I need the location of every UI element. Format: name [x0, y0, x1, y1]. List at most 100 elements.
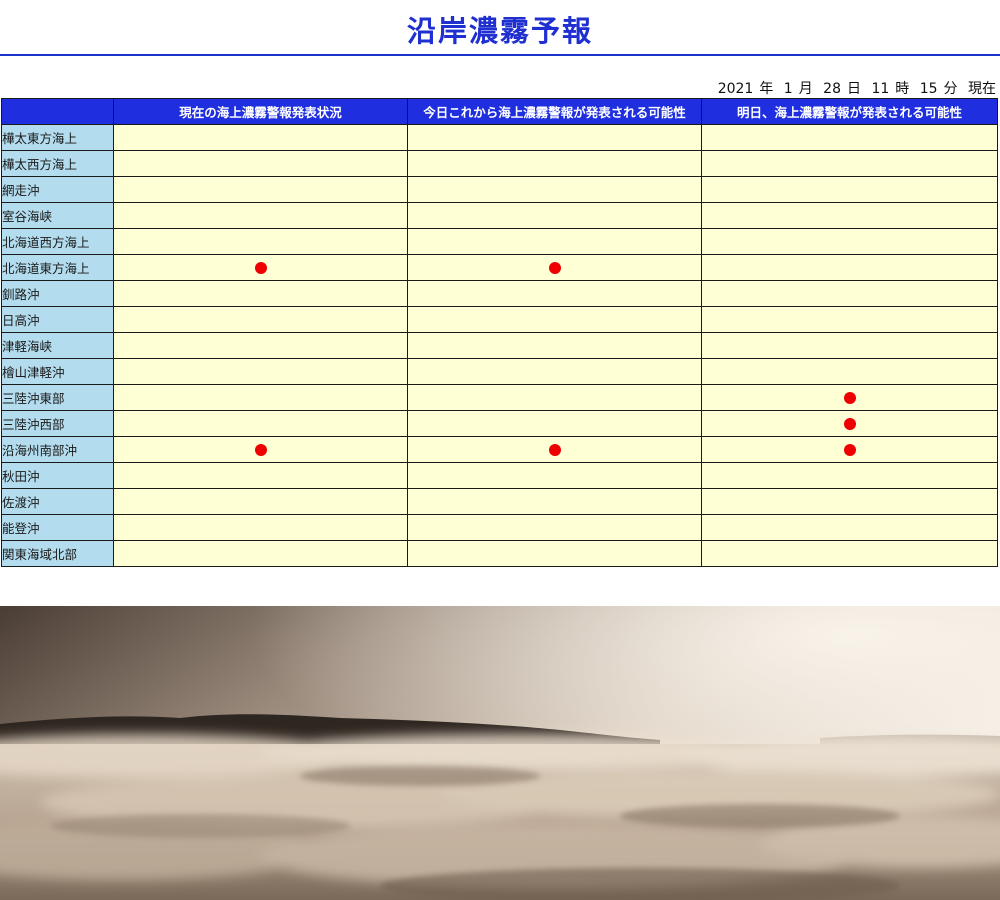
status-cell	[701, 462, 998, 489]
status-cell	[407, 514, 702, 541]
status-cell	[407, 306, 702, 333]
status-cell	[113, 384, 408, 411]
status-cell	[113, 358, 408, 385]
area-name: 秋田沖	[1, 462, 114, 489]
status-cell	[113, 176, 408, 203]
status-cell	[701, 436, 998, 463]
page-title: 沿岸濃霧予報	[0, 0, 1000, 56]
timestamp-minute: 15	[919, 81, 938, 97]
status-cell	[407, 124, 702, 151]
status-cell	[113, 540, 408, 567]
table-row: 秋田沖	[1, 462, 998, 489]
timestamp-suffix: 現在	[968, 81, 996, 97]
status-cell	[407, 410, 702, 437]
area-name: 樺太東方海上	[1, 124, 114, 151]
table-row: 津軽海峡	[1, 332, 998, 359]
area-name: 津軽海峡	[1, 332, 114, 359]
warning-dot-icon	[254, 444, 267, 456]
status-cell	[407, 228, 702, 255]
status-cell	[407, 150, 702, 177]
area-name: 檜山津軽沖	[1, 358, 114, 385]
warning-dot-icon	[548, 444, 561, 456]
status-cell	[113, 280, 408, 307]
warning-dot-icon	[843, 444, 856, 456]
timestamp-month: 1	[783, 81, 793, 97]
status-cell	[113, 202, 408, 229]
status-cell	[701, 202, 998, 229]
status-cell	[701, 228, 998, 255]
header-tomorrow-possibility: 明日、海上濃霧警報が発表される可能性	[701, 98, 998, 125]
table-row: 沿海州南部沖	[1, 436, 998, 463]
area-name: 釧路沖	[1, 280, 114, 307]
status-cell	[701, 306, 998, 333]
fog-sea-photo	[0, 606, 1000, 900]
table-row: 三陸沖東部	[1, 384, 998, 411]
status-cell	[407, 462, 702, 489]
status-cell	[113, 488, 408, 515]
status-cell	[701, 514, 998, 541]
status-cell	[407, 358, 702, 385]
status-cell	[407, 488, 702, 515]
timestamp-hour: 11	[871, 81, 890, 97]
area-name: 沿海州南部沖	[1, 436, 114, 463]
status-cell	[113, 228, 408, 255]
status-cell	[407, 202, 702, 229]
table-row: 室谷海峡	[1, 202, 998, 229]
area-name: 関東海域北部	[1, 540, 114, 567]
area-name: 北海道東方海上	[1, 254, 114, 281]
table-header-row: 現在の海上濃霧警報発表状況 今日これから海上濃霧警報が発表される可能性 明日、海…	[1, 98, 998, 125]
timestamp: 2021 年 1月 28 日 11 時 15 分 現在	[718, 80, 996, 98]
status-cell	[407, 280, 702, 307]
table-row: 日高沖	[1, 306, 998, 333]
status-cell	[701, 254, 998, 281]
area-name: 北海道西方海上	[1, 228, 114, 255]
status-cell	[407, 384, 702, 411]
status-cell	[701, 410, 998, 437]
status-cell	[113, 150, 408, 177]
status-cell	[701, 358, 998, 385]
table-row: 樺太西方海上	[1, 150, 998, 177]
area-name: 佐渡沖	[1, 488, 114, 515]
area-name: 網走沖	[1, 176, 114, 203]
header-today-possibility: 今日これから海上濃霧警報が発表される可能性	[407, 98, 702, 125]
table-row: 佐渡沖	[1, 488, 998, 515]
timestamp-day-unit: 日	[846, 81, 861, 97]
table-row: 釧路沖	[1, 280, 998, 307]
status-cell	[407, 540, 702, 567]
timestamp-month-unit: 月	[798, 81, 813, 97]
table-row: 北海道西方海上	[1, 228, 998, 255]
status-cell	[407, 176, 702, 203]
fog-forecast-table: 現在の海上濃霧警報発表状況 今日これから海上濃霧警報が発表される可能性 明日、海…	[1, 98, 998, 567]
table-row: 網走沖	[1, 176, 998, 203]
status-cell	[701, 124, 998, 151]
fog-photo-image	[0, 606, 1000, 900]
status-cell	[113, 436, 408, 463]
warning-dot-icon	[254, 262, 267, 274]
status-cell	[701, 280, 998, 307]
status-cell	[113, 306, 408, 333]
area-name: 日高沖	[1, 306, 114, 333]
timestamp-hour-unit: 時	[895, 81, 910, 97]
status-cell	[113, 124, 408, 151]
warning-dot-icon	[843, 418, 856, 430]
area-name: 室谷海峡	[1, 202, 114, 229]
status-cell	[701, 176, 998, 203]
timestamp-day: 28	[823, 81, 841, 97]
area-name: 三陸沖西部	[1, 410, 114, 437]
table-row: 能登沖	[1, 514, 998, 541]
status-cell	[113, 514, 408, 541]
warning-dot-icon	[843, 392, 856, 404]
table-row: 関東海域北部	[1, 540, 998, 567]
timestamp-year-unit: 年	[759, 81, 774, 97]
table-body: 樺太東方海上 樺太西方海上 網走沖 室谷海峡 北海道西方海上 北海道東方海上 釧路沖 日高沖津…	[1, 124, 998, 567]
area-name: 能登沖	[1, 514, 114, 541]
status-cell	[701, 384, 998, 411]
status-cell	[113, 332, 408, 359]
status-cell	[407, 332, 702, 359]
status-cell	[701, 150, 998, 177]
table-row: 檜山津軽沖	[1, 358, 998, 385]
status-cell	[113, 254, 408, 281]
table-row: 北海道東方海上	[1, 254, 998, 281]
status-cell	[113, 410, 408, 437]
status-cell	[407, 254, 702, 281]
